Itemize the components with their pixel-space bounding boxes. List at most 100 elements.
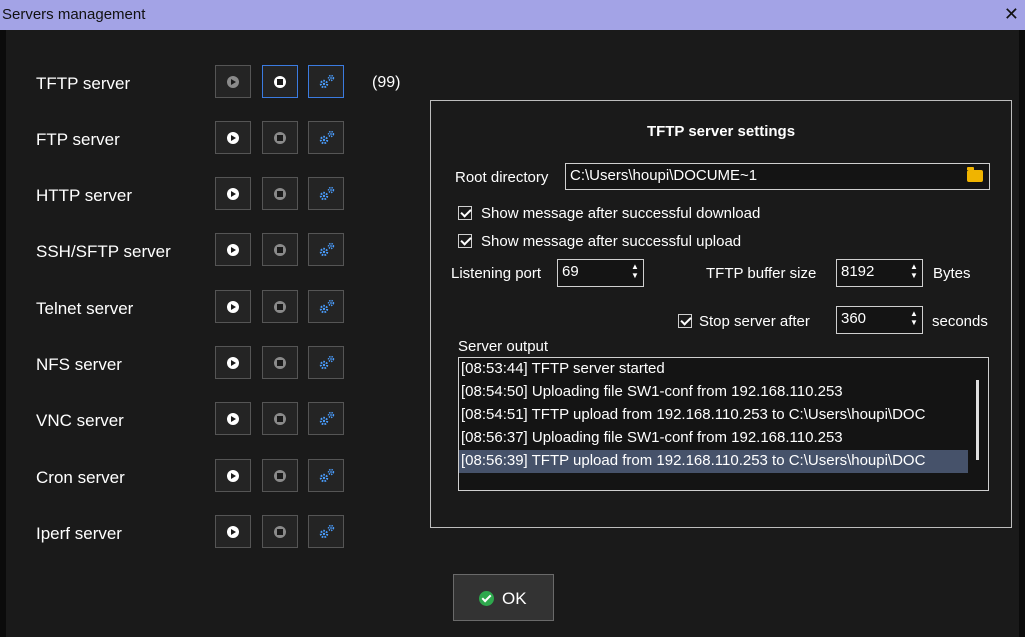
play-icon xyxy=(227,357,239,369)
stop-server-button[interactable] xyxy=(262,515,298,548)
settings-button[interactable] xyxy=(308,402,344,435)
gears-icon xyxy=(319,411,335,426)
settings-button[interactable] xyxy=(308,65,344,98)
start-server-button[interactable] xyxy=(215,459,251,492)
stop-icon xyxy=(274,470,286,482)
stop-server-button[interactable] xyxy=(262,233,298,266)
title-bar: Servers management ✕ xyxy=(0,0,1025,30)
start-server-button[interactable] xyxy=(215,402,251,435)
buffer-size-value: 8192 xyxy=(841,263,875,280)
show-upload-label: Show message after successful upload xyxy=(481,233,742,250)
stop-after-spinner[interactable]: 360 ▲ ▼ xyxy=(836,306,923,334)
window-title: Servers management xyxy=(2,6,146,23)
stop-after-unit-label: seconds xyxy=(932,313,988,330)
play-icon xyxy=(227,244,239,256)
play-icon xyxy=(227,301,239,313)
stop-server-button[interactable] xyxy=(262,65,298,98)
stop-icon xyxy=(274,301,286,313)
server-name: VNC server xyxy=(36,411,124,430)
stop-icon xyxy=(274,526,286,538)
scrollbar-thumb[interactable] xyxy=(976,380,979,460)
output-line[interactable]: [08:54:50] Uploading file SW1-conf from … xyxy=(459,381,988,404)
show-upload-checkbox[interactable] xyxy=(458,234,472,248)
root-directory-label: Root directory xyxy=(455,169,549,186)
stop-icon xyxy=(274,413,286,425)
play-icon xyxy=(227,526,239,538)
server-row: FTP server xyxy=(36,121,426,159)
gears-icon xyxy=(319,74,335,89)
output-line[interactable]: [08:56:39] TFTP upload from 192.168.110.… xyxy=(459,450,988,473)
server-row: TFTP server (99) xyxy=(36,65,426,103)
gears-icon xyxy=(319,242,335,257)
listening-port-spinner[interactable]: 69 ▲ ▼ xyxy=(557,259,644,287)
gears-icon xyxy=(319,524,335,539)
root-directory-value: C:\Users\houpi\DOCUME~1 xyxy=(570,167,758,184)
buffer-size-spinner[interactable]: 8192 ▲ ▼ xyxy=(836,259,923,287)
settings-button[interactable] xyxy=(308,177,344,210)
start-server-button[interactable] xyxy=(215,121,251,154)
server-row: Cron server xyxy=(36,459,426,497)
stop-server-button[interactable] xyxy=(262,402,298,435)
listening-port-value: 69 xyxy=(562,263,579,280)
output-line[interactable]: [08:54:51] TFTP upload from 192.168.110.… xyxy=(459,404,988,427)
root-directory-input[interactable]: C:\Users\houpi\DOCUME~1 xyxy=(565,163,990,190)
play-icon xyxy=(227,413,239,425)
output-scrollbar[interactable] xyxy=(968,358,988,490)
server-row: HTTP server xyxy=(36,177,426,215)
server-output-label: Server output xyxy=(458,338,549,355)
tftp-count: (99) xyxy=(372,74,401,91)
start-server-button[interactable] xyxy=(215,177,251,210)
buffer-size-label: TFTP buffer size xyxy=(706,265,817,282)
gears-icon xyxy=(319,130,335,145)
close-icon[interactable]: ✕ xyxy=(1004,4,1019,25)
settings-button[interactable] xyxy=(308,290,344,323)
stop-icon xyxy=(274,132,286,144)
settings-button[interactable] xyxy=(308,346,344,379)
stop-server-button[interactable] xyxy=(262,290,298,323)
stop-after-label: Stop server after xyxy=(699,313,810,330)
start-server-button[interactable] xyxy=(215,290,251,323)
play-icon xyxy=(227,188,239,200)
settings-button[interactable] xyxy=(308,459,344,492)
server-name: Cron server xyxy=(36,468,125,487)
server-name: HTTP server xyxy=(36,186,133,205)
gears-icon xyxy=(319,186,335,201)
folder-icon[interactable] xyxy=(967,167,983,182)
start-server-button[interactable] xyxy=(215,515,251,548)
checkmark-icon xyxy=(479,591,494,606)
ok-label: OK xyxy=(502,589,527,608)
stop-server-button[interactable] xyxy=(262,121,298,154)
server-name: SSH/SFTP server xyxy=(36,242,171,261)
settings-button[interactable] xyxy=(308,121,344,154)
settings-button[interactable] xyxy=(308,515,344,548)
stop-icon xyxy=(274,188,286,200)
start-server-button[interactable] xyxy=(215,346,251,379)
play-icon xyxy=(227,76,239,88)
start-server-button[interactable] xyxy=(215,65,251,98)
server-name: TFTP server xyxy=(36,74,131,93)
show-download-checkbox[interactable] xyxy=(458,206,472,220)
settings-button[interactable] xyxy=(308,233,344,266)
server-name: NFS server xyxy=(36,355,122,374)
spinner-arrows-icon[interactable]: ▲ ▼ xyxy=(630,262,640,280)
server-row: NFS server xyxy=(36,346,426,384)
buffer-unit-label: Bytes xyxy=(933,265,971,282)
stop-icon xyxy=(274,357,286,369)
server-row: SSH/SFTP server xyxy=(36,233,426,271)
gears-icon xyxy=(319,355,335,370)
spinner-arrows-icon[interactable]: ▲ ▼ xyxy=(909,262,919,280)
server-row: Iperf server xyxy=(36,515,426,553)
start-server-button[interactable] xyxy=(215,233,251,266)
play-icon xyxy=(227,470,239,482)
output-line[interactable]: [08:53:44] TFTP server started xyxy=(459,358,988,381)
stop-icon xyxy=(274,76,286,88)
play-icon xyxy=(227,132,239,144)
spinner-arrows-icon[interactable]: ▲ ▼ xyxy=(909,309,919,327)
stop-server-button[interactable] xyxy=(262,459,298,492)
ok-button[interactable]: OK xyxy=(453,574,554,621)
server-output-list[interactable]: [08:53:44] TFTP server started [08:54:50]… xyxy=(458,357,989,491)
stop-server-button[interactable] xyxy=(262,177,298,210)
stop-after-checkbox[interactable] xyxy=(678,314,692,328)
output-line[interactable]: [08:56:37] Uploading file SW1-conf from … xyxy=(459,427,988,450)
stop-server-button[interactable] xyxy=(262,346,298,379)
